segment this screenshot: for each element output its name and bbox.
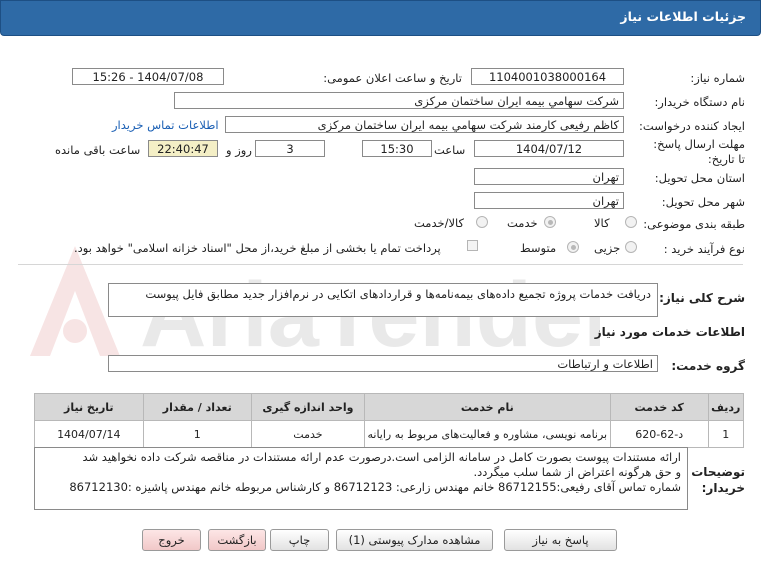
deadline-time-field[interactable]: 15:30 <box>362 140 432 157</box>
service-group-label: گروه خدمت: <box>671 359 745 373</box>
back-button[interactable]: بازگشت <box>208 529 266 551</box>
remaining-days-field[interactable]: 3 <box>255 140 325 157</box>
city-label: شهر محل تحویل: <box>661 195 745 209</box>
table-header-row: ردیف کد خدمت نام خدمت واحد اندازه گیری ت… <box>34 393 745 421</box>
watermark-logo-icon <box>30 246 120 356</box>
treasury-payment-note: پرداخت تمام یا بخشی از مبلغ خرید،از محل … <box>74 241 441 255</box>
purchase-type-label: نوع فرآیند خرید : <box>663 242 745 256</box>
need-number-field[interactable]: 1104001038000164 <box>471 68 624 85</box>
buyer-notes-line-2: و حق هرگونه اعتراض از شما سلب میگردد. <box>473 465 682 479</box>
province-field[interactable]: تهران <box>474 168 624 185</box>
view-attachments-button[interactable]: مشاهده مدارک پیوستی (1) <box>336 529 493 551</box>
cell-need-date: 1404/07/14 <box>34 420 144 448</box>
cell-row-number: 1 <box>707 420 745 448</box>
divider <box>18 264 743 265</box>
buyer-notes-textarea[interactable]: ارائه مستندات پیوست بصورت کامل در سامانه… <box>34 447 688 510</box>
description-label: شرح کلی نیاز: <box>659 291 745 305</box>
purchase-radio-minor[interactable] <box>625 241 637 253</box>
cell-unit: خدمت <box>251 420 365 448</box>
announce-datetime-field[interactable]: 1404/07/08 - 15:26 <box>72 68 224 85</box>
creator-label: ایجاد کننده درخواست: <box>639 119 745 133</box>
col-need-date: تاریخ نیاز <box>34 393 144 421</box>
city-field[interactable]: تهران <box>474 192 624 209</box>
buyer-notes-label: توضیحات خریدار: <box>691 465 745 495</box>
cell-quantity: 1 <box>142 420 253 448</box>
deadline-time-label: ساعت <box>434 143 466 157</box>
need-number-label: شماره نیاز: <box>690 71 745 85</box>
category-option-service: خدمت <box>507 216 538 230</box>
col-row-number: ردیف <box>707 393 745 421</box>
category-label: طبقه بندی موضوعی: <box>643 217 745 231</box>
category-option-goods-service: کالا/خدمت <box>414 216 465 230</box>
cell-service-code: د-62-620 <box>609 420 709 448</box>
treasury-payment-checkbox[interactable] <box>467 240 478 251</box>
buyer-notes-line-3: شماره تماس آقای رفیعی:86712155 خانم مهند… <box>69 480 681 494</box>
purchase-option-minor: جزیی <box>594 241 621 255</box>
services-section-title: اطلاعات خدمات مورد نیاز <box>594 325 745 339</box>
col-unit: واحد اندازه گیری <box>251 393 365 421</box>
exit-button[interactable]: خروج <box>142 529 201 551</box>
remaining-days-label: روز و <box>226 143 252 157</box>
reply-button[interactable]: پاسخ به نیاز <box>504 529 617 551</box>
creator-field[interactable]: کاظم رفیعی کارمند شرکت سهامي بيمه ايران … <box>225 116 624 133</box>
remaining-time-label: ساعت باقی مانده <box>55 143 141 157</box>
buyer-org-field[interactable]: شرکت سهامي بيمه ايران ساختمان مرکزی <box>174 92 624 109</box>
deadline-label: مهلت ارسال پاسخ: تا تاریخ: <box>653 137 745 166</box>
category-option-goods: کالا <box>594 216 610 230</box>
purchase-radio-medium[interactable] <box>567 241 579 253</box>
buyer-org-label: نام دستگاه خریدار: <box>654 95 745 109</box>
purchase-option-medium: متوسط <box>520 241 557 255</box>
buyer-contact-link[interactable]: اطلاعات تماس خریدار <box>112 118 219 132</box>
page-title: جزئیات اطلاعات نیاز <box>620 9 746 24</box>
print-button[interactable]: چاپ <box>270 529 329 551</box>
remaining-time-field[interactable]: 22:40:47 <box>148 140 218 157</box>
service-group-field[interactable]: اطلاعات و ارتباطات <box>108 355 658 372</box>
col-service-name: نام خدمت <box>363 393 611 421</box>
services-table: ردیف کد خدمت نام خدمت واحد اندازه گیری ت… <box>34 393 745 448</box>
page-header: جزئیات اطلاعات نیاز <box>0 0 761 36</box>
buyer-notes-line-1: ارائه مستندات پیوست بصورت کامل در سامانه… <box>82 450 681 464</box>
description-textarea[interactable]: دریافت خدمات پروژه تجمیع داده‌های بیمه‌ن… <box>108 283 658 317</box>
category-radio-service[interactable] <box>544 216 556 228</box>
col-service-code: کد خدمت <box>609 393 709 421</box>
col-quantity: تعداد / مقدار <box>142 393 253 421</box>
province-label: استان محل تحویل: <box>654 171 745 185</box>
table-row[interactable]: 1 د-62-620 برنامه نویسی، مشاوره و فعالیت… <box>34 420 745 448</box>
cell-service-name: برنامه نویسی، مشاوره و فعالیت‌های مربوط … <box>363 420 611 448</box>
deadline-date-field[interactable]: 1404/07/12 <box>474 140 624 157</box>
category-radio-goods[interactable] <box>625 216 637 228</box>
announce-datetime-label: تاریخ و ساعت اعلان عمومی: <box>323 71 462 85</box>
category-radio-goods-service[interactable] <box>476 216 488 228</box>
